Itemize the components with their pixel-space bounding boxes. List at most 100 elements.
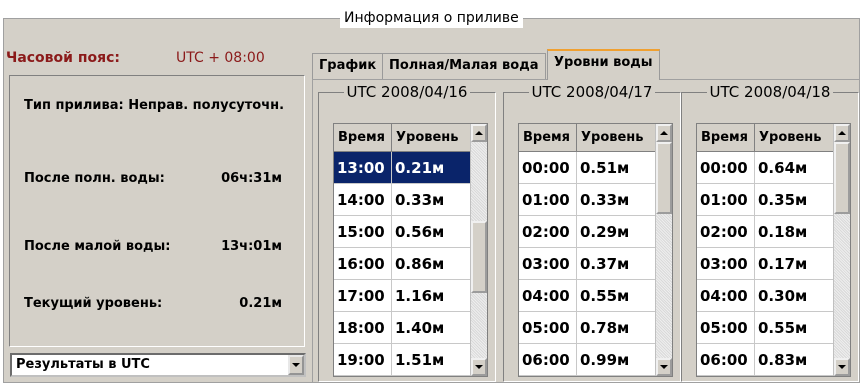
timezone-label: Часовой пояс:: [6, 50, 121, 66]
scroll-down-button[interactable]: [471, 358, 487, 376]
left-panel: Часовой пояс: UTC + 08:00 Тип прилива: Н…: [6, 35, 306, 378]
chevron-up-icon: [475, 131, 483, 135]
group-title: Информация о приливе: [340, 8, 523, 28]
table-row[interactable]: 02:00 0.29м: [519, 216, 657, 248]
table-row[interactable]: 01:00 0.33м: [519, 184, 657, 216]
table-row[interactable]: 16:00 0.86м: [334, 248, 472, 280]
table-row[interactable]: 14:00 0.33м: [334, 184, 472, 216]
dropdown-button[interactable]: [288, 355, 304, 375]
time-cell: 16:00: [334, 248, 392, 280]
table-body: 13:00 0.21м 14:00 0.33м 15:00 0.56м 16:00 0.86м…: [334, 152, 472, 376]
table-row[interactable]: 00:00 0.64м: [697, 152, 835, 184]
table-row[interactable]: 18:00 1.40м: [334, 312, 472, 344]
results-timezone-select[interactable]: Результаты в UTC: [10, 353, 306, 377]
table-row[interactable]: 03:00 0.37м: [519, 248, 657, 280]
timezone-value: UTC + 08:00: [176, 50, 265, 66]
time-cell: 00:00: [697, 152, 755, 184]
chevron-down-icon: [475, 365, 483, 369]
table-row[interactable]: 03:00 0.17м: [697, 248, 835, 280]
table-row[interactable]: 06:00 0.99м: [519, 344, 657, 376]
level-cell: 0.29м: [577, 216, 657, 248]
column-header-level[interactable]: Уровень: [755, 124, 835, 152]
water-level-table[interactable]: Время Уровень 00:00 0.51м 01:00 0.33м 02:00 0.2…: [518, 123, 673, 377]
vertical-scrollbar[interactable]: [833, 124, 850, 376]
time-cell: 05:00: [519, 312, 577, 344]
column-header-time[interactable]: Время: [697, 124, 755, 152]
level-cell: 0.55м: [755, 312, 835, 344]
scroll-up-button[interactable]: [834, 124, 850, 142]
tide-summary-box: Тип прилива: Неправ. полусуточн. После п…: [9, 75, 305, 347]
chevron-down-icon: [292, 363, 300, 367]
column-header-level[interactable]: Уровень: [577, 124, 657, 152]
level-cell: 0.83м: [755, 344, 835, 376]
time-cell: 01:00: [519, 184, 577, 216]
scroll-down-button[interactable]: [656, 358, 672, 376]
level-cell: 0.51м: [577, 152, 657, 184]
day-group: UTC 2008/04/16 Время Уровень 13:00 0.21м 14:0…: [318, 83, 496, 382]
water-level-table[interactable]: Время Уровень 13:00 0.21м 14:00 0.33м 15:00 0.5…: [333, 123, 488, 377]
tab-graph[interactable]: График: [312, 53, 384, 79]
chevron-up-icon: [838, 131, 846, 135]
day-title-text: UTC 2008/04/16: [343, 83, 471, 101]
time-cell: 03:00: [697, 248, 755, 280]
level-cell: 0.21м: [392, 152, 472, 184]
column-header-time[interactable]: Время: [519, 124, 577, 152]
table-header: Время Уровень: [334, 124, 472, 152]
day-title-text: UTC 2008/04/17: [528, 83, 656, 101]
table-row[interactable]: 01:00 0.35м: [697, 184, 835, 216]
time-cell: 02:00: [519, 216, 577, 248]
table-row[interactable]: 17:00 1.16м: [334, 280, 472, 312]
table-body: 00:00 0.64м 01:00 0.35м 02:00 0.18м 03:00 0.17м…: [697, 152, 835, 376]
time-cell: 03:00: [519, 248, 577, 280]
after-low-value: 13ч:01м: [221, 239, 282, 254]
column-header-time[interactable]: Время: [334, 124, 392, 152]
scroll-thumb[interactable]: [834, 142, 850, 214]
table-row[interactable]: 04:00 0.30м: [697, 280, 835, 312]
chevron-down-icon: [660, 365, 668, 369]
table-row[interactable]: 06:00 0.83м: [697, 344, 835, 376]
time-cell: 18:00: [334, 312, 392, 344]
level-cell: 0.18м: [755, 216, 835, 248]
scroll-thumb[interactable]: [471, 221, 487, 294]
level-cell: 0.30м: [755, 280, 835, 312]
scroll-up-button[interactable]: [471, 124, 487, 142]
table-row[interactable]: 00:00 0.51м: [519, 152, 657, 184]
level-cell: 0.35м: [755, 184, 835, 216]
vertical-scrollbar[interactable]: [470, 124, 487, 376]
scroll-up-button[interactable]: [656, 124, 672, 142]
table-row[interactable]: 02:00 0.18м: [697, 216, 835, 248]
scroll-thumb[interactable]: [656, 142, 672, 214]
tab-water-levels[interactable]: Уровни воды: [547, 49, 660, 80]
table-row[interactable]: 04:00 0.55м: [519, 280, 657, 312]
level-cell: 1.51м: [392, 344, 472, 376]
tab-high-low-water[interactable]: Полная/Малая вода: [382, 53, 546, 79]
table-row[interactable]: 13:00 0.21м: [334, 152, 472, 184]
time-cell: 01:00: [697, 184, 755, 216]
time-cell: 13:00: [334, 152, 392, 184]
day-title: UTC 2008/04/18: [682, 83, 858, 101]
tide-info-window: Информация о приливе Часовой пояс: UTC +…: [0, 0, 863, 385]
vertical-scrollbar[interactable]: [655, 124, 672, 376]
level-cell: 0.78м: [577, 312, 657, 344]
level-cell: 0.17м: [755, 248, 835, 280]
table-row[interactable]: 15:00 0.56м: [334, 216, 472, 248]
water-level-table[interactable]: Время Уровень 00:00 0.64м 01:00 0.35м 02:00 0.1…: [696, 123, 851, 377]
table-body: 00:00 0.51м 01:00 0.33м 02:00 0.29м 03:00 0.37м…: [519, 152, 657, 376]
day-title-text: UTC 2008/04/18: [706, 83, 834, 101]
results-select-value: Результаты в UTC: [16, 357, 150, 372]
level-cell: 0.37м: [577, 248, 657, 280]
table-row[interactable]: 19:00 1.51м: [334, 344, 472, 376]
scroll-down-button[interactable]: [834, 358, 850, 376]
time-cell: 06:00: [519, 344, 577, 376]
current-level-value: 0.21м: [239, 296, 282, 311]
current-level-label: Текущий уровень:: [24, 296, 163, 311]
table-row[interactable]: 05:00 0.55м: [697, 312, 835, 344]
table-row[interactable]: 05:00 0.78м: [519, 312, 657, 344]
chevron-down-icon: [838, 365, 846, 369]
table-header: Время Уровень: [519, 124, 657, 152]
time-cell: 19:00: [334, 344, 392, 376]
level-cell: 0.86м: [392, 248, 472, 280]
column-header-level[interactable]: Уровень: [392, 124, 472, 152]
tide-type-label: Тип прилива: Неправ. полусуточн.: [24, 98, 285, 113]
level-cell: 0.99м: [577, 344, 657, 376]
